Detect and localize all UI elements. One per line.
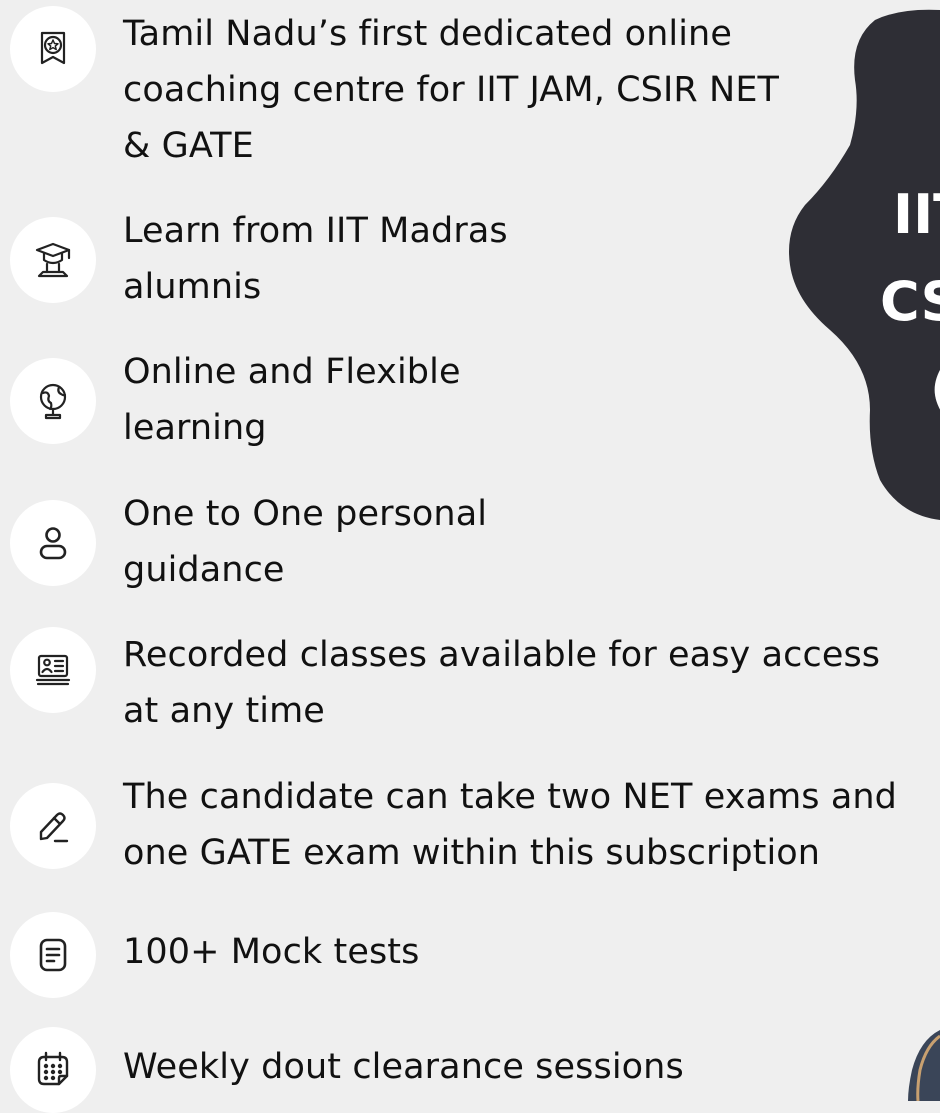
feature-text: One to One personal guidance [123, 486, 487, 598]
user-icon [10, 500, 96, 586]
feature-line: coaching centre for IIT JAM, CSIR NET [123, 70, 780, 110]
feature-line: Online and Flexible [123, 352, 461, 392]
feature-text: Learn from IIT Madras alumnis [123, 203, 508, 315]
laptop-profile-icon [10, 627, 96, 713]
person-image [908, 1030, 940, 1101]
feature-line: at any time [123, 691, 325, 731]
feature-line: guidance [123, 550, 285, 590]
feature-line: Learn from IIT Madras [123, 211, 508, 251]
globe-icon [10, 358, 96, 444]
feature-text: Online and Flexible learning [123, 344, 461, 456]
feature-line: alumnis [123, 267, 262, 307]
feature-line: One to One personal [123, 494, 488, 534]
feature-line: one GATE exam within this subscription [123, 833, 821, 873]
feature-line: Tamil Nadu’s first dedicated online [123, 14, 732, 54]
banner-line-3: ( [930, 357, 940, 420]
document-icon [10, 912, 96, 998]
feature-text: Tamil Nadu’s first dedicated online coac… [123, 6, 779, 174]
feature-line: 100+ Mock tests [123, 932, 420, 972]
graduate-icon [10, 217, 96, 303]
feature-text: 100+ Mock tests [123, 924, 419, 980]
banner-line-1: IIT [893, 183, 940, 246]
feature-text: Weekly dout clearance sessions [123, 1039, 684, 1095]
feature-line: The candidate can take two NET exams and [123, 777, 897, 817]
banner-blob-shape [789, 9, 940, 520]
feature-line: Weekly dout clearance sessions [123, 1047, 684, 1087]
award-badge-icon [10, 6, 96, 92]
feature-line: Recorded classes available for easy acce… [123, 635, 881, 675]
feature-line: & GATE [123, 126, 254, 166]
pencil-icon [10, 783, 96, 869]
feature-line: learning [123, 408, 267, 448]
feature-text: Recorded classes available for easy acce… [123, 627, 880, 739]
feature-text: The candidate can take two NET exams and… [123, 769, 897, 881]
calendar-icon [10, 1027, 96, 1113]
banner-line-2: CS [880, 270, 940, 333]
